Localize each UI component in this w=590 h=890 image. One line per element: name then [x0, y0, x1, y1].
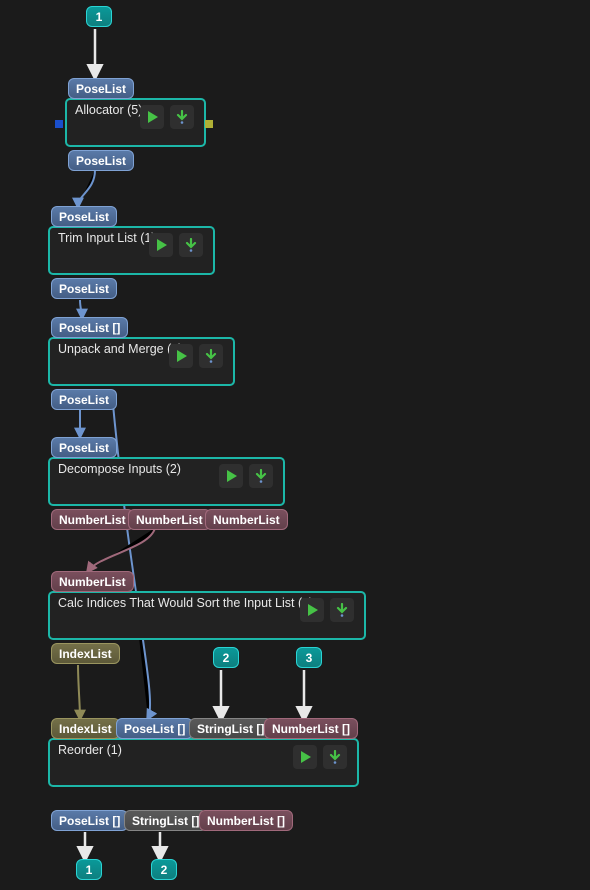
label: IndexList — [59, 722, 112, 736]
label: NumberList — [59, 513, 126, 527]
play-icon — [308, 604, 318, 616]
play-button[interactable] — [149, 233, 173, 257]
node-allocator[interactable]: Allocator (5) — [65, 98, 206, 147]
label: NumberList — [213, 513, 280, 527]
play-icon — [301, 751, 311, 763]
play-icon — [227, 470, 237, 482]
graph-canvas[interactable]: 1 PoseList Allocator (5) PoseList PoseLi… — [0, 0, 590, 890]
label: StringList [] — [132, 814, 199, 828]
play-icon — [177, 350, 187, 362]
label: PoseList — [59, 441, 109, 455]
step-button[interactable] — [170, 105, 194, 129]
step-button[interactable] — [249, 464, 273, 488]
port-in-poselist-trim[interactable]: PoseList — [51, 206, 117, 227]
label: NumberList [] — [207, 814, 285, 828]
graph-input-2[interactable]: 2 — [213, 647, 239, 668]
label: 2 — [223, 651, 230, 665]
play-icon — [157, 239, 167, 251]
graph-input-3[interactable]: 3 — [296, 647, 322, 668]
port-out-stringlist-arr-reorder[interactable]: StringList [] — [124, 810, 207, 831]
port-in-indexlist-reorder[interactable]: IndexList — [51, 718, 120, 739]
graph-input-1[interactable]: 1 — [86, 6, 112, 27]
play-button[interactable] — [140, 105, 164, 129]
step-button[interactable] — [323, 745, 347, 769]
label: PoseList — [59, 393, 109, 407]
label: IndexList — [59, 647, 112, 661]
label: NumberList — [136, 513, 203, 527]
port-out-numberlist-decompose-0[interactable]: NumberList — [51, 509, 134, 530]
download-icon — [204, 349, 218, 363]
port-out-numberlist-arr-reorder[interactable]: NumberList [] — [199, 810, 293, 831]
label: 1 — [86, 863, 93, 877]
label: PoseList [] — [59, 321, 120, 335]
download-icon — [335, 603, 349, 617]
port-out-poselist-unpack[interactable]: PoseList — [51, 389, 117, 410]
node-side-port-left[interactable] — [55, 120, 63, 128]
play-button[interactable] — [219, 464, 243, 488]
label: PoseList — [59, 210, 109, 224]
port-in-poselist-allocator[interactable]: PoseList — [68, 78, 134, 99]
node-trim-input-list[interactable]: Trim Input List (1) — [48, 226, 215, 275]
port-out-poselist-trim[interactable]: PoseList — [51, 278, 117, 299]
label: 3 — [306, 651, 313, 665]
label: NumberList [] — [272, 722, 350, 736]
play-button[interactable] — [300, 598, 324, 622]
port-out-poselist-arr-reorder[interactable]: PoseList [] — [51, 810, 128, 831]
port-in-poselist-arr-reorder[interactable]: PoseList [] — [116, 718, 193, 739]
graph-output-1[interactable]: 1 — [76, 859, 102, 880]
port-out-poselist-allocator[interactable]: PoseList — [68, 150, 134, 171]
port-out-numberlist-decompose-1[interactable]: NumberList — [128, 509, 211, 530]
label: PoseList [] — [124, 722, 185, 736]
node-side-port-right[interactable] — [205, 120, 213, 128]
node-reorder[interactable]: Reorder (1) — [48, 738, 359, 787]
download-icon — [175, 110, 189, 124]
label: PoseList — [76, 82, 126, 96]
port-in-numberlist-calc[interactable]: NumberList — [51, 571, 134, 592]
port-in-poselist-decompose[interactable]: PoseList — [51, 437, 117, 458]
download-icon — [328, 750, 342, 764]
step-button[interactable] — [330, 598, 354, 622]
play-button[interactable] — [293, 745, 317, 769]
label: NumberList — [59, 575, 126, 589]
play-button[interactable] — [169, 344, 193, 368]
download-icon — [254, 469, 268, 483]
node-unpack-and-merge[interactable]: Unpack and Merge (1) — [48, 337, 235, 386]
download-icon — [184, 238, 198, 252]
label: PoseList [] — [59, 814, 120, 828]
graph-output-2[interactable]: 2 — [151, 859, 177, 880]
label: PoseList — [59, 282, 109, 296]
port-out-indexlist-calc[interactable]: IndexList — [51, 643, 120, 664]
label: 2 — [161, 863, 168, 877]
label: StringList [] — [197, 722, 264, 736]
play-icon — [148, 111, 158, 123]
step-button[interactable] — [179, 233, 203, 257]
port-in-stringlist-arr-reorder[interactable]: StringList [] — [189, 718, 272, 739]
port-out-numberlist-decompose-2[interactable]: NumberList — [205, 509, 288, 530]
node-decompose-inputs[interactable]: Decompose Inputs (2) — [48, 457, 285, 506]
node-calc-sort-indices[interactable]: Calc Indices That Would Sort the Input L… — [48, 591, 366, 640]
label: 1 — [96, 10, 103, 24]
port-in-numberlist-arr-reorder[interactable]: NumberList [] — [264, 718, 358, 739]
label: PoseList — [76, 154, 126, 168]
port-in-poselist-arr-unpack[interactable]: PoseList [] — [51, 317, 128, 338]
step-button[interactable] — [199, 344, 223, 368]
